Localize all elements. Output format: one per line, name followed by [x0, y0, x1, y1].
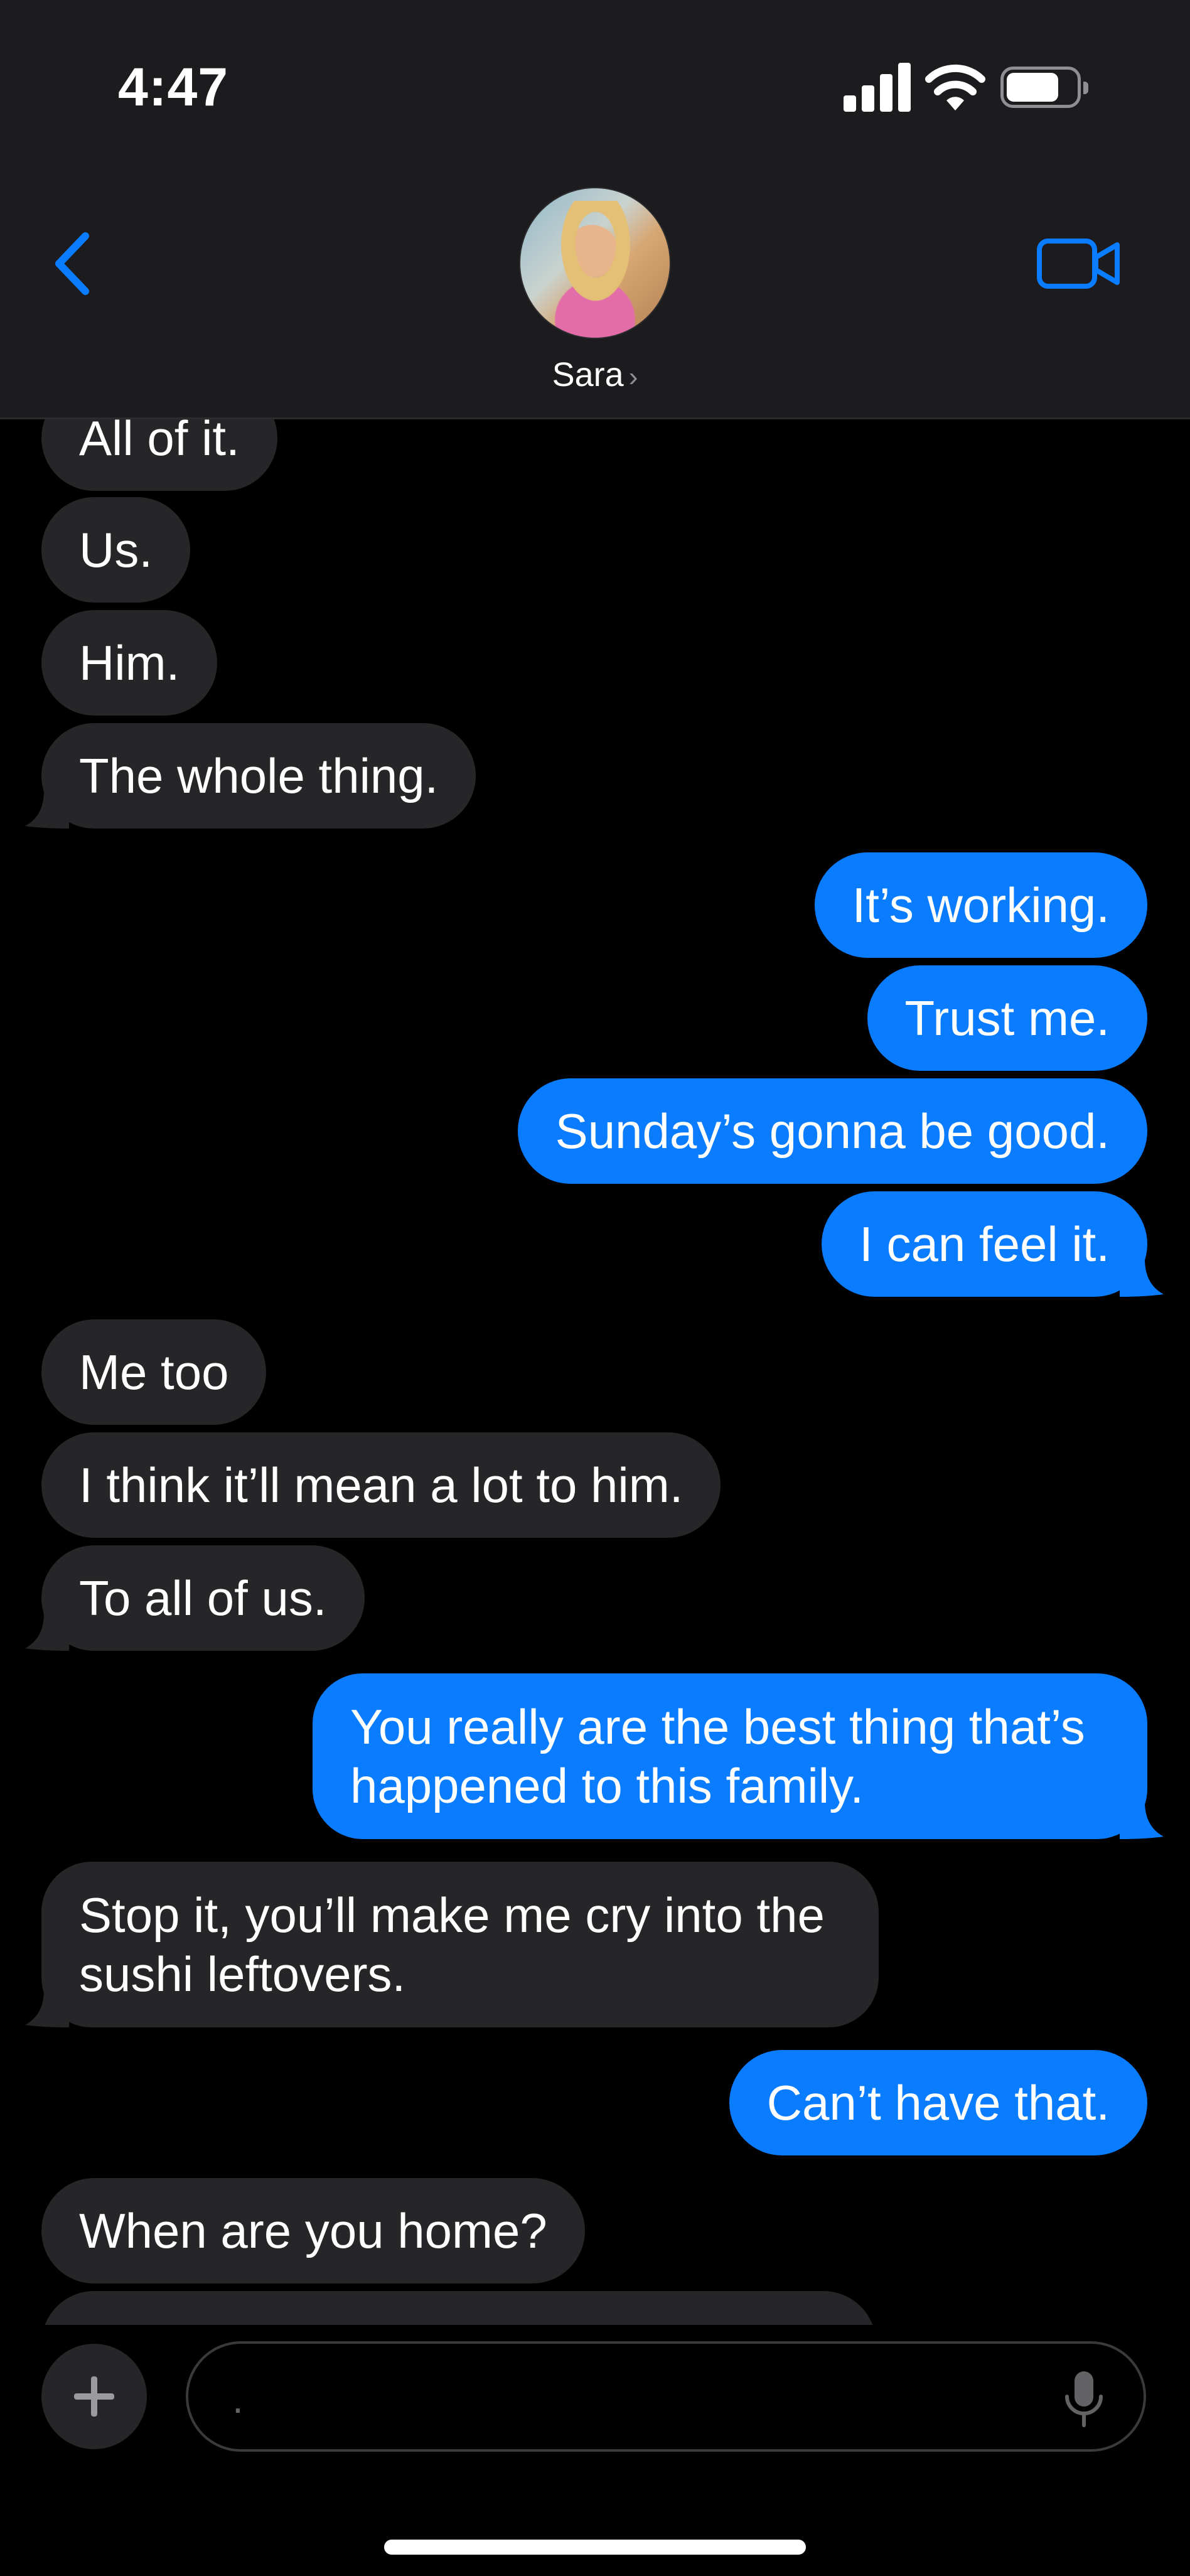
wifi-icon	[925, 64, 985, 110]
message-bubble-incoming[interactable]: All of it.	[41, 419, 277, 491]
message-bubble-incoming[interactable]: I think it’ll mean a lot to him.	[41, 1432, 721, 1538]
message-bubble-outgoing[interactable]: Can’t have that.	[729, 2050, 1147, 2155]
chevron-right-icon: ›	[628, 362, 638, 392]
message-bubble-incoming[interactable]: Him.	[41, 610, 218, 716]
contact-name-button[interactable]: Sara ›	[0, 355, 1190, 394]
message-bubble-outgoing[interactable]: I can feel it.	[822, 1191, 1164, 1297]
message-input[interactable]	[232, 2369, 1036, 2429]
video-camera-icon[interactable]	[1036, 232, 1123, 295]
message-bubble-incoming[interactable]: The whole thing.	[25, 723, 476, 829]
contact-name: Sara	[552, 356, 624, 394]
messages-app: 4:47 Sara › All of it. Us. Him. The whol…	[0, 0, 1190, 2576]
bubble-tail	[25, 791, 69, 829]
bubble-tail	[25, 1613, 69, 1651]
message-bubble-incoming[interactable]: Me too	[41, 1319, 267, 1425]
message-bubble-incoming[interactable]: Us.	[41, 497, 190, 603]
plus-icon[interactable]	[41, 2344, 147, 2449]
message-bubble-outgoing[interactable]: Sunday’s gonna be good.	[517, 1078, 1147, 1184]
battery-icon	[1000, 67, 1088, 108]
message-bubble-outgoing[interactable]: Trust me.	[867, 965, 1147, 1071]
home-indicator[interactable]	[384, 2540, 806, 2555]
contact-avatar[interactable]	[519, 187, 671, 339]
microphone-icon[interactable]	[1062, 2369, 1106, 2429]
bubble-tail	[1120, 1801, 1164, 1839]
message-bubble-incoming[interactable]: To all of us.	[25, 1545, 365, 1651]
bubble-tail	[1120, 1259, 1164, 1297]
status-time: 4:47	[118, 57, 229, 117]
message-bubble-outgoing[interactable]: It’s working.	[814, 852, 1147, 958]
message-list[interactable]: All of it. Us. Him. The whole thing. It’…	[0, 419, 1190, 2325]
message-input-field[interactable]	[186, 2341, 1146, 2452]
status-icons	[813, 0, 1190, 126]
bubble-tail	[25, 1990, 69, 2027]
back-chevron-icon[interactable]	[44, 226, 100, 301]
message-bubble-incoming-partial[interactable]	[41, 2291, 876, 2325]
message-bubble-incoming[interactable]: When are you home?	[41, 2178, 585, 2284]
compose-bar	[0, 2325, 1190, 2576]
conversation-header: 4:47 Sara ›	[0, 0, 1190, 419]
message-bubble-outgoing[interactable]: You really are the best thing that’s hap…	[313, 1673, 1164, 1839]
message-bubble-incoming[interactable]: Stop it, you’ll make me cry into the sus…	[25, 1862, 879, 2027]
cellular-signal-icon	[844, 62, 913, 112]
